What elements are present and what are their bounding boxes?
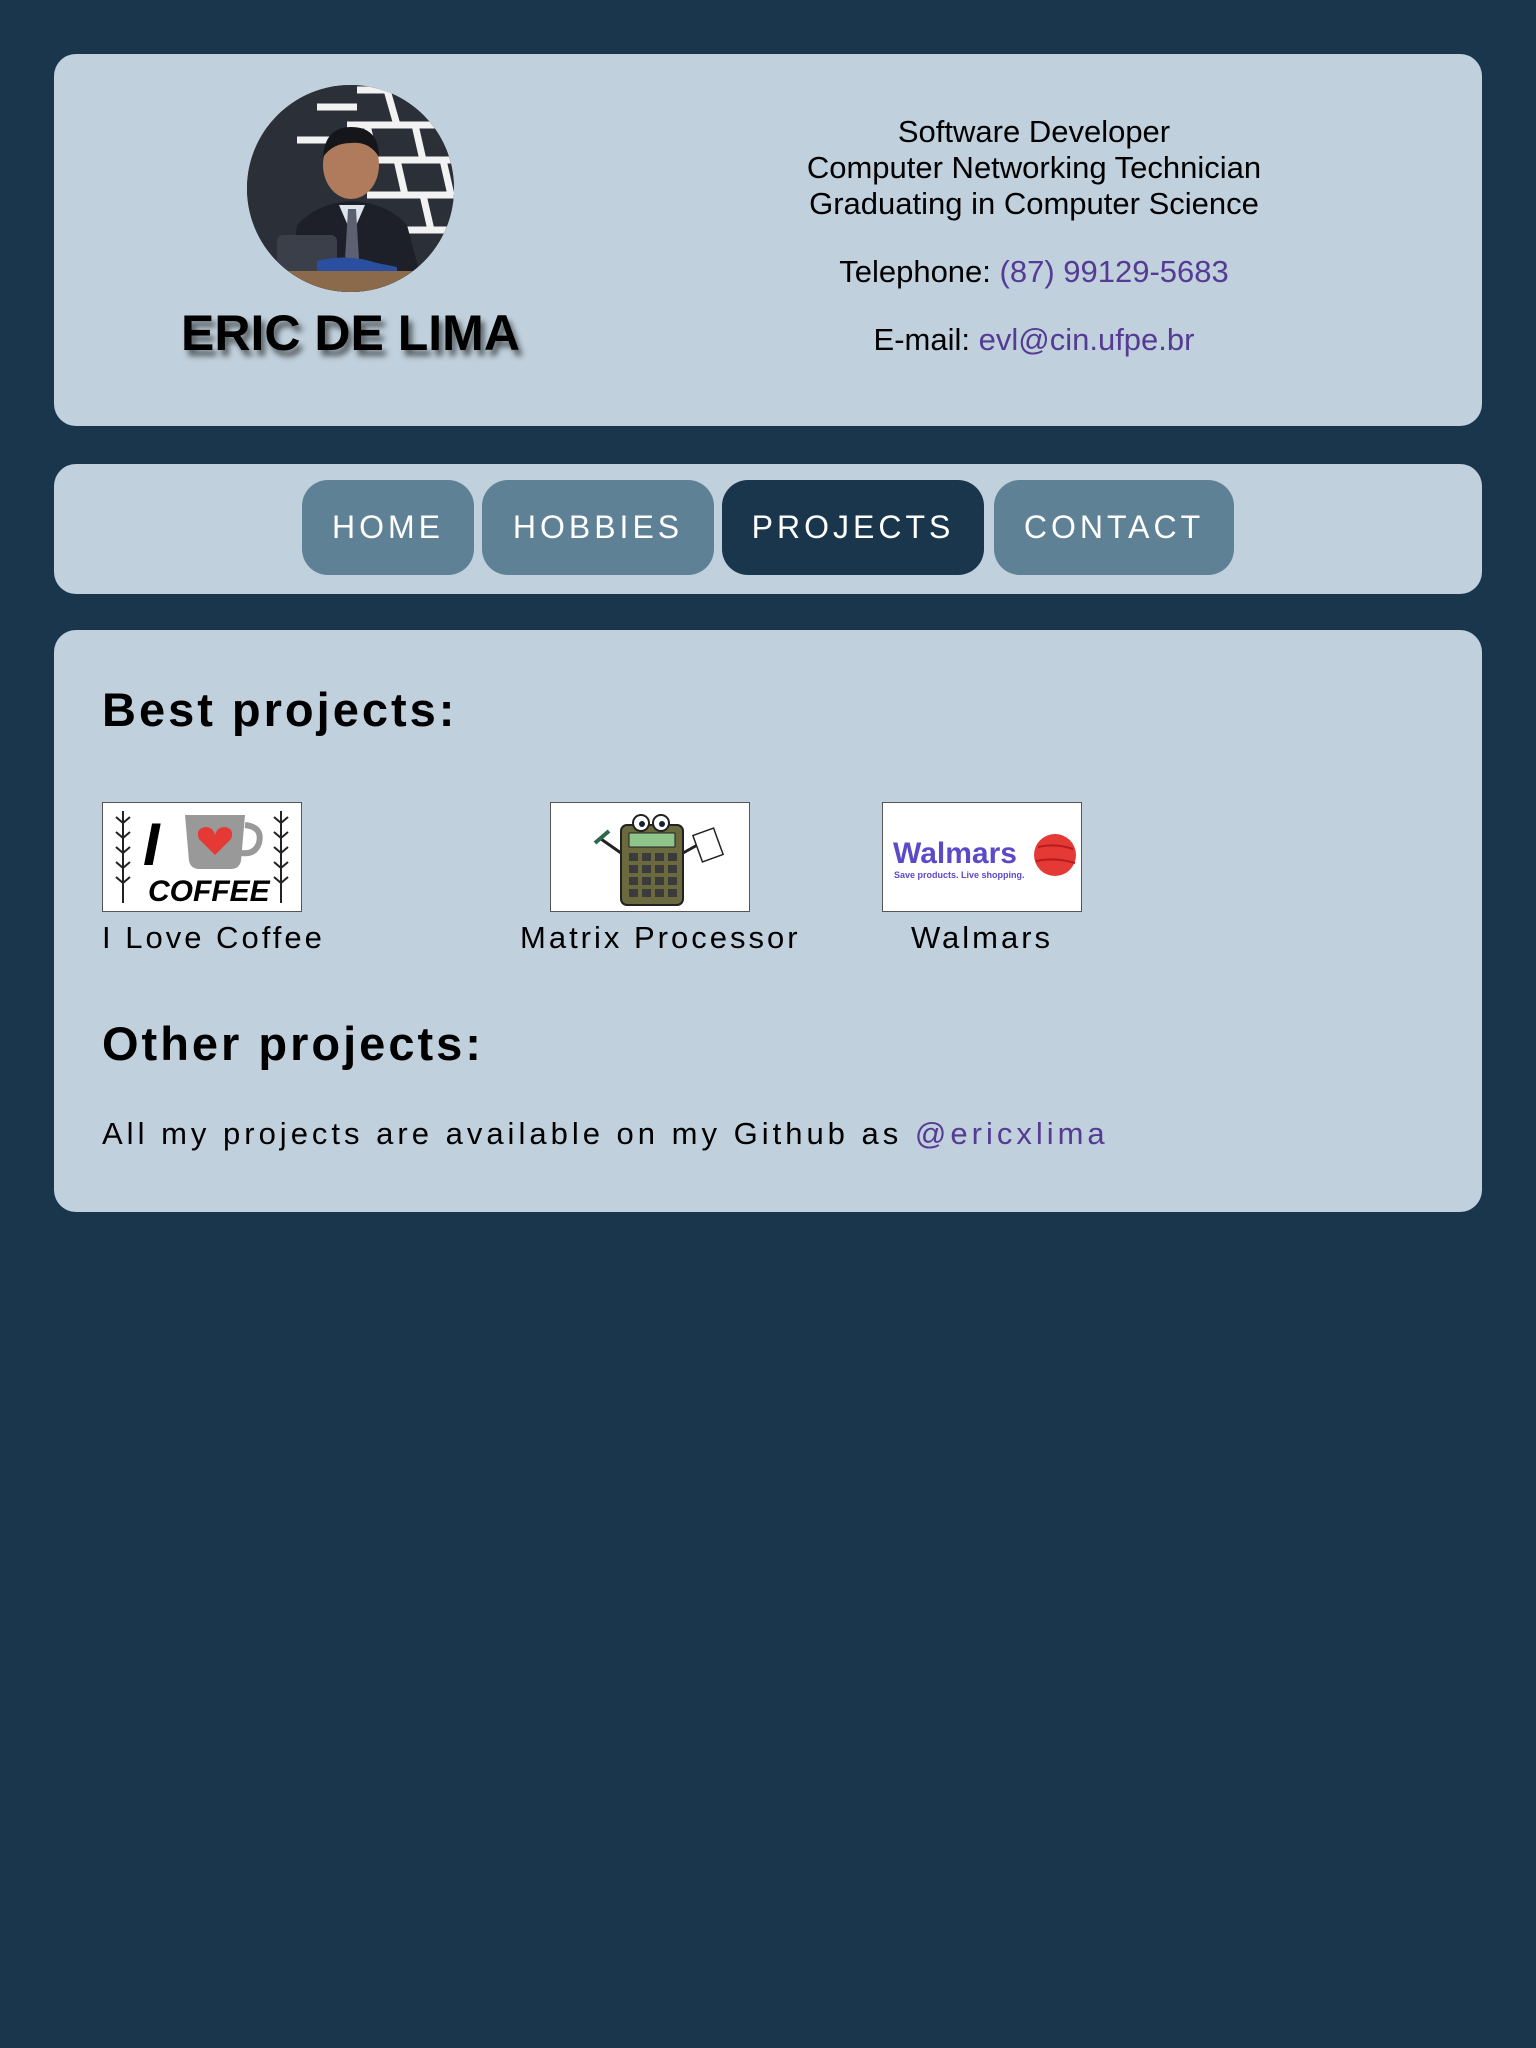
nav-home-button[interactable]: HOME — [302, 480, 474, 575]
svg-text:Save products. Live shopping.: Save products. Live shopping. — [894, 870, 1025, 880]
svg-text:COFFEE: COFFEE — [148, 875, 271, 908]
email-label: E-mail: — [873, 322, 970, 357]
profile-avatar — [247, 85, 454, 292]
walmars-logo-icon[interactable]: Walmars Save products. Live shopping. — [882, 802, 1082, 912]
other-projects-heading: Other projects: — [102, 1017, 484, 1070]
profile-role: Graduating in Computer Science — [809, 186, 1259, 221]
profile-role: Computer Networking Technician — [806, 150, 1262, 185]
project-card-walmars[interactable]: Walmars Save products. Live shopping. Wa… — [882, 802, 1082, 956]
github-description: All my projects are available on my Gith… — [102, 1116, 903, 1151]
coffee-logo-icon[interactable]: I COFFEE — [102, 802, 302, 912]
profile-header-card: ERIC DE LIMA Software Developer Computer… — [54, 54, 1482, 426]
telephone-link[interactable]: (87) 99129-5683 — [1000, 254, 1229, 289]
svg-text:I: I — [143, 811, 161, 878]
navigation-bar: HOME HOBBIES PROJECTS CONTACT — [54, 464, 1482, 594]
project-card-i-love-coffee[interactable]: I COFFEE I Love Coffee — [102, 802, 322, 956]
best-projects-heading: Best projects: — [102, 683, 458, 736]
svg-text:Walmars: Walmars — [893, 837, 1017, 870]
projects-content-card: Best projects: I COFFEE I Love Coffee Ma… — [54, 630, 1482, 1212]
email-line: E-mail: evl@cin.ufpe.br — [654, 322, 1414, 358]
telephone-line: Telephone: (87) 99129-5683 — [654, 254, 1414, 290]
nav-hobbies-button[interactable]: HOBBIES — [482, 480, 714, 575]
project-label[interactable]: Matrix Processor — [520, 920, 798, 956]
nav-projects-button[interactable]: PROJECTS — [722, 480, 984, 575]
github-link[interactable]: @ericxlima — [915, 1116, 1109, 1151]
email-link[interactable]: evl@cin.ufpe.br — [979, 322, 1195, 357]
telephone-label: Telephone: — [839, 254, 991, 289]
project-card-matrix-processor[interactable]: Matrix Processor — [520, 802, 798, 956]
calculator-mascot-icon[interactable] — [550, 802, 750, 912]
project-label[interactable]: Walmars — [882, 920, 1082, 956]
profile-info: Software Developer Computer Networking T… — [654, 114, 1414, 358]
project-label[interactable]: I Love Coffee — [102, 920, 322, 956]
profile-name: ERIC DE LIMA — [181, 305, 520, 361]
nav-contact-button[interactable]: CONTACT — [994, 480, 1234, 575]
github-text: All my projects are available on my Gith… — [102, 1116, 1109, 1152]
profile-role: Software Developer — [897, 114, 1171, 149]
